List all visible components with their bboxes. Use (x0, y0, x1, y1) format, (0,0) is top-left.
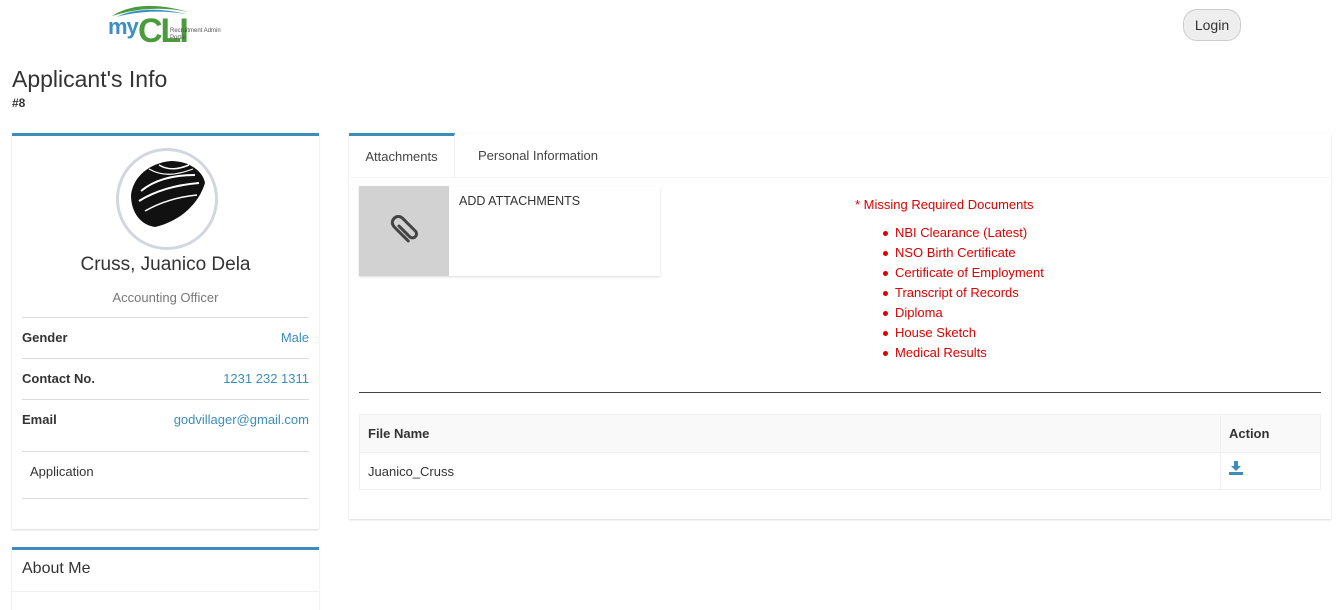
list-item: NSO Birth Certificate (883, 245, 1044, 265)
table-row: Juanico_Cruss (360, 453, 1320, 489)
list-item: Diploma (883, 305, 1044, 325)
add-attachments-box[interactable]: ADD ATTACHMENTS (359, 186, 660, 276)
applicant-id: #8 (12, 96, 26, 110)
list-item: Medical Results (883, 345, 1044, 365)
section-divider (359, 392, 1321, 393)
email-row: Email godvillager@gmail.com (22, 399, 309, 439)
logo-my-text: my (108, 14, 139, 39)
tab-attachments[interactable]: Attachments (349, 133, 455, 177)
list-item: Certificate of Employment (883, 265, 1044, 285)
application-label: Application (30, 464, 94, 479)
applicant-name: Cruss, Juanico Dela (80, 254, 251, 275)
page-title: Applicant's Info (12, 66, 168, 92)
tab-panel: Attachments Personal Information ADD ATT… (349, 133, 1331, 519)
paperclip-icon[interactable] (359, 186, 449, 276)
download-icon[interactable] (1229, 461, 1243, 475)
avatar-image (119, 151, 215, 247)
contact-value[interactable]: 1231 232 1311 (223, 371, 309, 386)
tab-bar: Attachments Personal Information (349, 133, 1331, 178)
avatar (116, 148, 218, 250)
missing-documents-title: * Missing Required Documents (855, 197, 1034, 212)
file-name-cell: Juanico_Cruss (368, 464, 454, 479)
action-header: Action (1229, 426, 1270, 441)
gender-label: Gender (22, 330, 68, 345)
app-logo[interactable]: my CLI Recruitment Admin Portal (108, 2, 230, 48)
add-attachments-label[interactable]: ADD ATTACHMENTS (459, 194, 580, 208)
application-item[interactable]: Application (22, 451, 309, 499)
list-item: NBI Clearance (Latest) (883, 225, 1044, 245)
login-button[interactable]: Login (1183, 9, 1241, 41)
list-item: House Sketch (883, 325, 1044, 345)
missing-documents-list: NBI Clearance (Latest) NSO Birth Certifi… (883, 225, 1044, 365)
divider (12, 591, 319, 592)
applicant-position: Accounting Officer (112, 290, 219, 305)
logo-subtitle: Recruitment Admin Portal (170, 28, 221, 41)
profile-card: Cruss, Juanico Dela Accounting Officer G… (12, 133, 319, 529)
contact-label: Contact No. (22, 371, 95, 386)
attachments-table: File Name Action Juanico_Cruss (359, 414, 1321, 490)
table-header: File Name Action (360, 415, 1320, 453)
email-value[interactable]: godvillager@gmail.com (174, 412, 309, 427)
about-title: About Me (22, 560, 91, 577)
gender-value[interactable]: Male (281, 330, 309, 345)
email-label: Email (22, 412, 57, 427)
about-card: About Me (12, 547, 319, 610)
tab-personal-information[interactable]: Personal Information (467, 133, 609, 177)
gender-row: Gender Male (22, 317, 309, 357)
file-name-header: File Name (368, 426, 430, 441)
contact-row: Contact No. 1231 232 1311 (22, 358, 309, 398)
list-item: Transcript of Records (883, 285, 1044, 305)
